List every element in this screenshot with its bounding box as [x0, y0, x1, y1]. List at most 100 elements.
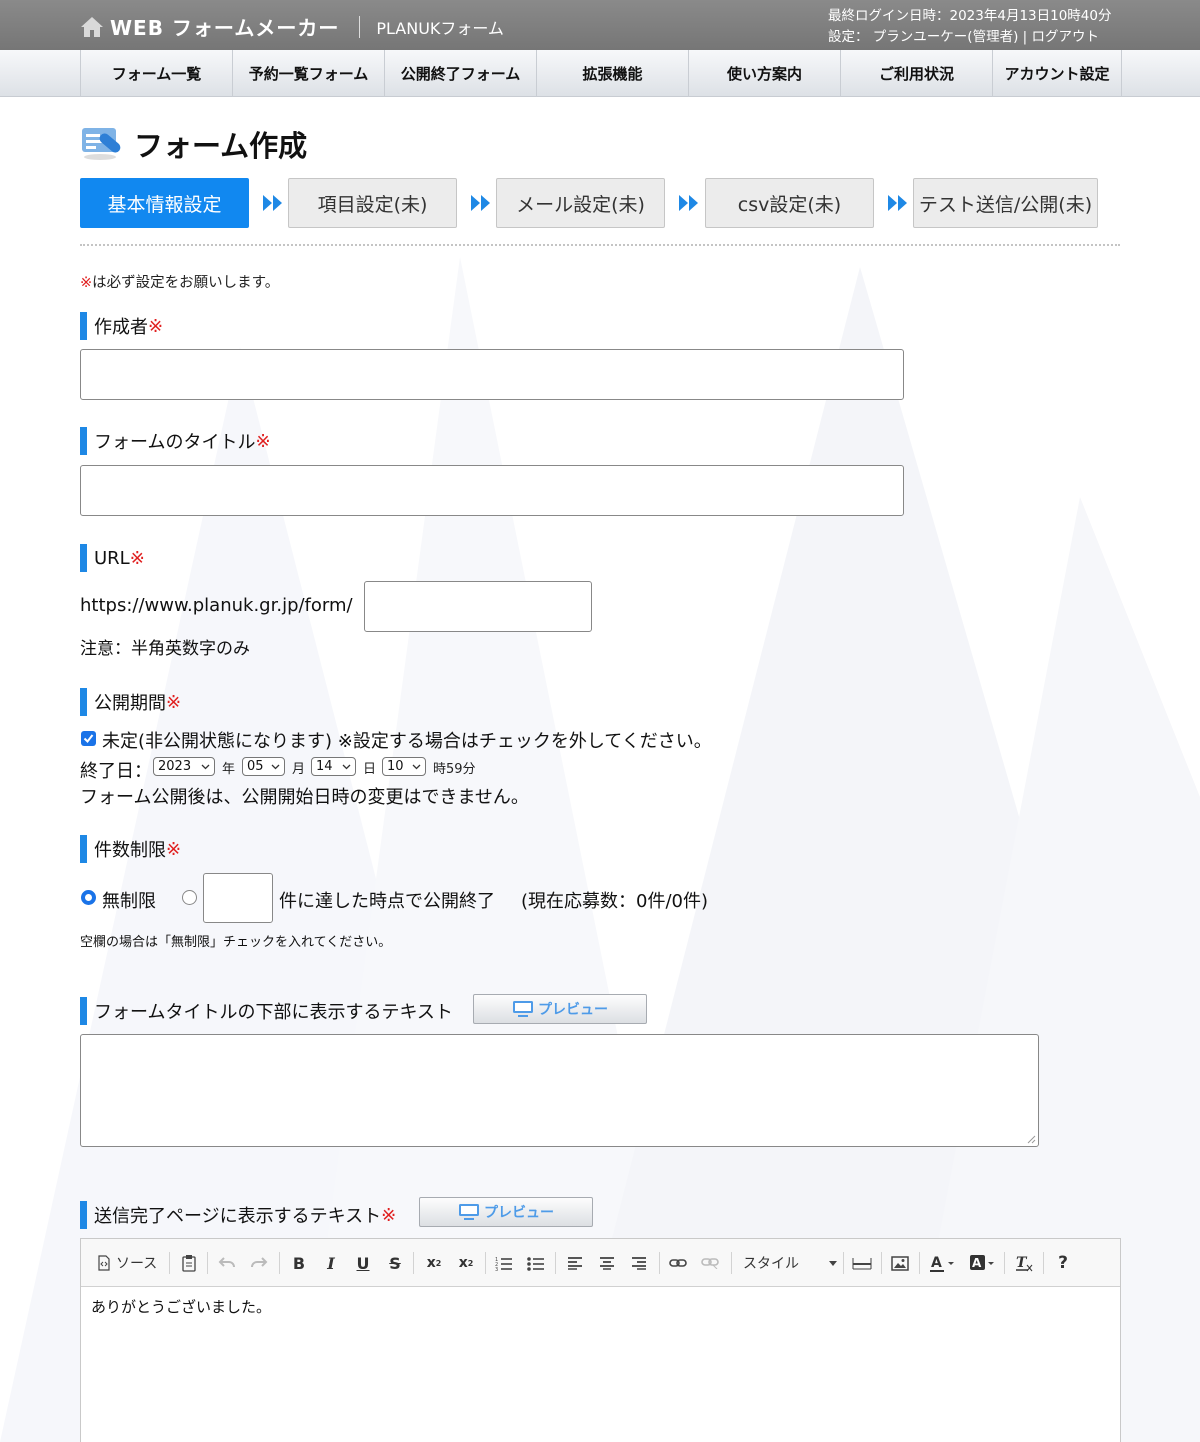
day-unit: 日: [363, 762, 377, 777]
settings-prefix: 設定：: [828, 29, 869, 45]
superscript-button[interactable]: x2: [455, 1252, 477, 1274]
day-select[interactable]: 14: [311, 757, 356, 776]
limit-label: 件数制限 ※: [80, 835, 181, 863]
author-label: 作成者 ※: [80, 312, 163, 340]
toolbar-separator: [919, 1252, 920, 1274]
bullet-list-button[interactable]: [526, 1252, 546, 1274]
url-label: URL ※: [80, 544, 145, 572]
paste-button[interactable]: [179, 1252, 199, 1274]
required-note: ※は必ず設定をお願いします。: [80, 271, 279, 292]
redo-button[interactable]: [249, 1252, 269, 1274]
unlink-button[interactable]: [699, 1252, 721, 1274]
text-color-button[interactable]: A: [928, 1252, 956, 1274]
toolbar-separator: [1043, 1252, 1044, 1274]
nav-extensions[interactable]: 拡張機能: [537, 50, 689, 97]
year-select[interactable]: 2023: [153, 757, 215, 776]
bullet-list-icon: [527, 1257, 544, 1271]
period-label: 公開期間 ※: [80, 688, 181, 716]
align-center-icon: [600, 1257, 614, 1270]
divider-line: [80, 244, 1120, 246]
nav-reservation-forms[interactable]: 予約一覧フォーム: [233, 50, 385, 97]
form-title-label: フォームのタイトル ※: [80, 427, 271, 455]
align-left-icon: [568, 1257, 582, 1270]
page-title: フォーム作成: [80, 123, 307, 165]
step-csv[interactable]: csv設定(未): [705, 178, 874, 228]
underline-button[interactable]: U: [353, 1252, 373, 1274]
required-mark: ※: [80, 275, 93, 291]
unlink-icon: [701, 1258, 719, 1269]
last-login: 最終ログイン日時：2023年4月13日10時40分: [828, 8, 1112, 24]
horizontal-line-button[interactable]: [851, 1252, 873, 1274]
undecided-checkbox[interactable]: [81, 731, 96, 746]
complete-text-label: 送信完了ページに表示するテキスト ※: [80, 1201, 396, 1229]
clipboard-icon: [182, 1255, 196, 1272]
align-right-button[interactable]: [629, 1252, 649, 1274]
required-mark: ※: [129, 547, 145, 569]
nav-account-settings[interactable]: アカウント設定: [993, 50, 1122, 97]
help-button[interactable]: ?: [1053, 1252, 1073, 1274]
unlimited-label: 無制限: [102, 891, 156, 912]
subtitle-textarea[interactable]: [80, 1034, 1039, 1147]
background-color-button[interactable]: A: [968, 1252, 996, 1274]
source-button[interactable]: ソース: [97, 1252, 157, 1274]
month-select[interactable]: 05: [242, 757, 285, 776]
resize-handle-icon[interactable]: [1027, 1135, 1036, 1144]
url-label-text: URL: [94, 547, 130, 569]
step-items[interactable]: 項目設定(未): [288, 178, 457, 228]
step-test-publish[interactable]: テスト送信/公開(未): [913, 178, 1098, 228]
editor-content[interactable]: ありがとうございました。: [81, 1287, 1120, 1442]
remove-format-button[interactable]: T: [1013, 1252, 1035, 1274]
hour-select[interactable]: 10: [382, 757, 426, 776]
label-bar: [80, 544, 87, 572]
subscript-button[interactable]: x2: [423, 1252, 445, 1274]
month-unit: 月: [292, 762, 306, 777]
count-limit-radio[interactable]: [182, 890, 197, 905]
nav-closed-forms[interactable]: 公開終了フォーム: [385, 50, 537, 97]
nav-form-list[interactable]: フォーム一覧: [81, 50, 233, 97]
undo-icon: [218, 1257, 235, 1268]
undo-button[interactable]: [217, 1252, 237, 1274]
year-value: 2023: [158, 759, 192, 774]
step-mail[interactable]: メール設定(未): [496, 178, 665, 228]
brand-subtitle: PLANUKフォーム: [376, 18, 504, 38]
unlimited-radio[interactable]: [81, 890, 96, 905]
align-center-button[interactable]: [597, 1252, 617, 1274]
svg-text:A: A: [972, 1256, 982, 1270]
nav-usage-status[interactable]: ご利用状況: [841, 50, 993, 97]
redo-icon: [251, 1257, 268, 1268]
step-basic-info[interactable]: 基本情報設定: [80, 178, 249, 228]
toolbar-separator: [555, 1252, 556, 1274]
logout-link[interactable]: ログアウト: [1032, 29, 1100, 45]
align-left-button[interactable]: [565, 1252, 585, 1274]
user-settings-link[interactable]: プランユーケー(管理者): [873, 29, 1019, 45]
complete-preview-button[interactable]: プレビュー: [419, 1197, 593, 1227]
remove-format-icon: T: [1016, 1255, 1033, 1271]
end-date-label: 終了日：: [80, 761, 152, 782]
count-limit-input[interactable]: [203, 873, 273, 923]
main-nav: フォーム一覧 予約一覧フォーム 公開終了フォーム 拡張機能 使い方案内 ご利用状…: [0, 50, 1200, 97]
form-title-input[interactable]: [80, 465, 904, 516]
label-bar: [80, 997, 87, 1025]
subtitle-text-label-text: フォームタイトルの下部に表示するテキスト: [94, 1002, 453, 1023]
subtitle-text-label: フォームタイトルの下部に表示するテキスト: [80, 997, 453, 1025]
bold-button[interactable]: B: [289, 1252, 309, 1274]
style-label: スタイル: [743, 1256, 799, 1272]
brand[interactable]: WEB フォームメーカー PLANUKフォーム: [80, 12, 504, 41]
link-button[interactable]: [667, 1252, 689, 1274]
style-dropdown[interactable]: スタイル: [741, 1252, 837, 1274]
toolbar-separator: [169, 1252, 170, 1274]
url-slug-input[interactable]: [364, 581, 592, 632]
url-note: 注意：半角英数字のみ: [80, 639, 250, 659]
numbered-list-button[interactable]: 123: [494, 1252, 514, 1274]
label-bar: [80, 312, 87, 340]
label-bar: [80, 1201, 87, 1229]
nav-usage-guide[interactable]: 使い方案内: [689, 50, 841, 97]
italic-button[interactable]: I: [321, 1252, 341, 1274]
current-applications: (現在応募数：0件/0件): [521, 891, 709, 912]
chevron-down-icon: [342, 764, 351, 770]
strikethrough-button[interactable]: S: [385, 1252, 405, 1274]
image-button[interactable]: [889, 1252, 911, 1274]
subtitle-preview-button[interactable]: プレビュー: [473, 994, 647, 1024]
author-input[interactable]: [80, 349, 904, 400]
caret-down-icon: [829, 1260, 837, 1266]
